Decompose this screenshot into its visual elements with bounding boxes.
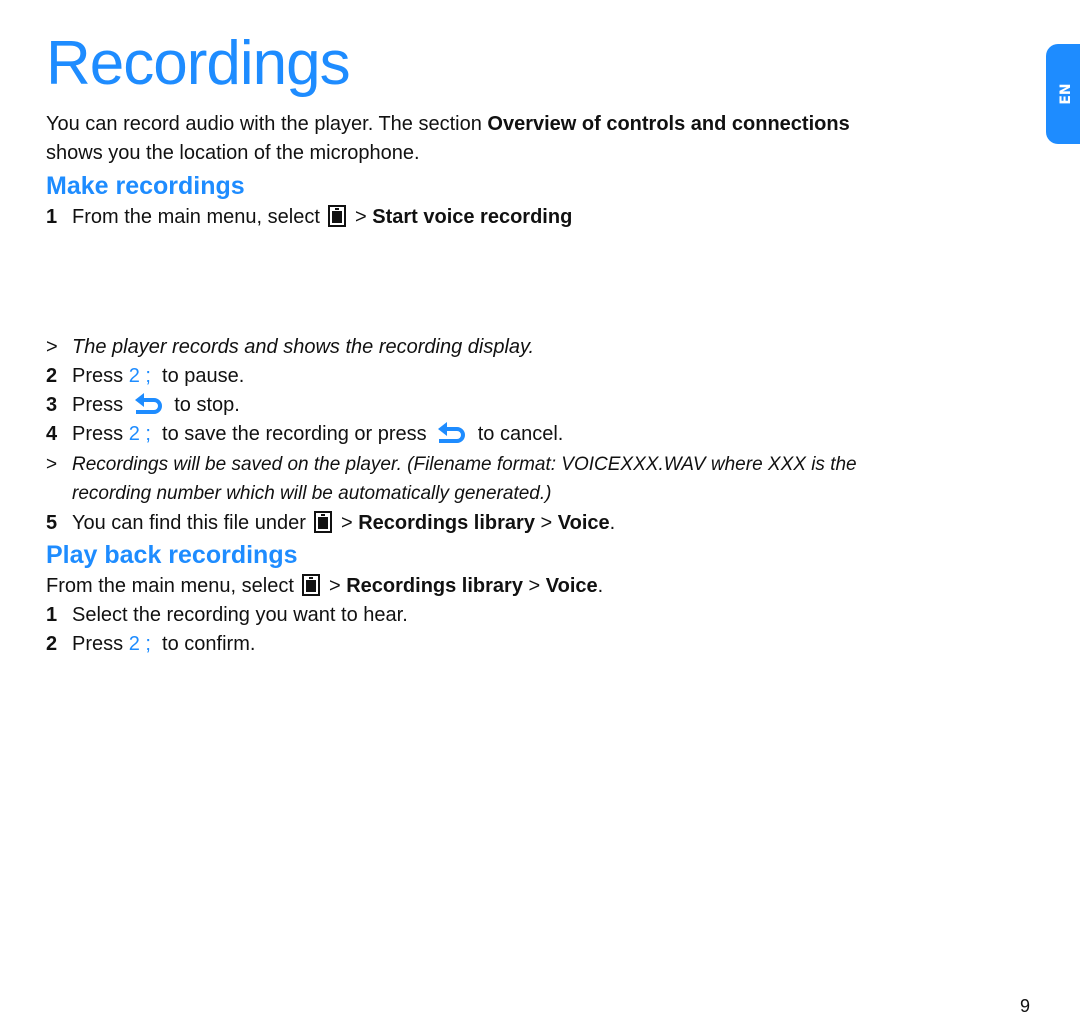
text: Press — [72, 423, 129, 445]
text: Recordings will be saved on the player. … — [72, 454, 857, 475]
intro-line-2: shows you the location of the microphone… — [46, 142, 420, 164]
step-number: 3 — [46, 394, 58, 416]
make-note-2: > Recordings will be saved on the player.… — [46, 450, 857, 479]
menu-path: Recordings library — [346, 575, 523, 597]
text: to save the recording or press — [150, 423, 433, 445]
play-step-1: 1 Select the recording you want to hear. — [46, 601, 408, 630]
make-step-1: 1 From the main menu, select > Start voic… — [46, 203, 572, 232]
text: > — [335, 512, 359, 534]
text: > — [534, 512, 558, 534]
page-number: 9 — [1020, 996, 1031, 1016]
text: > — [349, 206, 373, 228]
text: > — [522, 575, 546, 597]
text: From the main menu, select — [72, 206, 326, 228]
heading-play-back-recordings: Play back recordings — [46, 541, 298, 569]
music-menu-icon — [302, 574, 321, 596]
music-menu-icon — [314, 511, 333, 533]
step-number: 5 — [46, 512, 58, 534]
text: to cancel. — [472, 423, 564, 445]
intro-line-1: You can record audio with the player. Th… — [46, 110, 850, 139]
step-number: 1 — [46, 206, 58, 228]
page-title: Recordings — [46, 29, 351, 98]
language-tab: EN — [1046, 44, 1080, 144]
text: . — [609, 512, 616, 534]
menu-path: Start voice recording — [372, 206, 573, 228]
text: Press — [72, 633, 129, 655]
play-pause-icon: 2 ; — [128, 423, 151, 445]
play-intro: From the main menu, select > Recordings … — [46, 572, 603, 601]
section-reference: Overview of controls and connections — [487, 113, 850, 135]
text: You can find this file under — [72, 512, 312, 534]
make-note-1: > The player records and shows the record… — [46, 333, 534, 362]
text: Press — [72, 365, 129, 387]
text: to confirm. — [150, 633, 256, 655]
heading-make-recordings: Make recordings — [46, 172, 245, 200]
make-step-4: 4 Press 2 ; to save the recording or pres… — [46, 420, 563, 449]
bullet: > — [46, 454, 58, 475]
text: . — [597, 575, 604, 597]
step-number: 4 — [46, 423, 58, 445]
text: The player records and shows the recordi… — [72, 336, 535, 358]
make-step-3: 3 Press to stop. — [46, 391, 240, 420]
text: > — [323, 575, 347, 597]
text: From the main menu, select — [46, 575, 300, 597]
make-note-2-cont: recording number which will be automatic… — [72, 483, 552, 504]
back-arrow-icon — [134, 393, 162, 414]
language-label: EN — [1058, 83, 1074, 105]
make-step-2: 2 Press 2 ; to pause. — [46, 362, 244, 391]
play-step-2: 2 Press 2 ; to confirm. — [46, 630, 255, 659]
bullet: > — [46, 336, 58, 358]
step-number: 2 — [46, 633, 58, 655]
text: Select the recording you want to hear. — [72, 604, 408, 626]
text: to stop. — [168, 394, 240, 416]
play-pause-icon: 2 ; — [128, 365, 151, 387]
step-number: 2 — [46, 365, 58, 387]
menu-path: Voice — [545, 575, 598, 597]
back-arrow-icon — [438, 422, 466, 443]
text: You can record audio with the player. Th… — [46, 113, 488, 135]
text: Press — [72, 394, 129, 416]
text: to pause. — [150, 365, 245, 387]
music-menu-icon — [328, 205, 347, 227]
step-number: 1 — [46, 604, 58, 626]
make-step-5: 5 You can find this file under > Recordin… — [46, 509, 615, 538]
menu-path: Voice — [557, 512, 610, 534]
menu-path: Recordings library — [358, 512, 535, 534]
play-pause-icon: 2 ; — [128, 633, 151, 655]
